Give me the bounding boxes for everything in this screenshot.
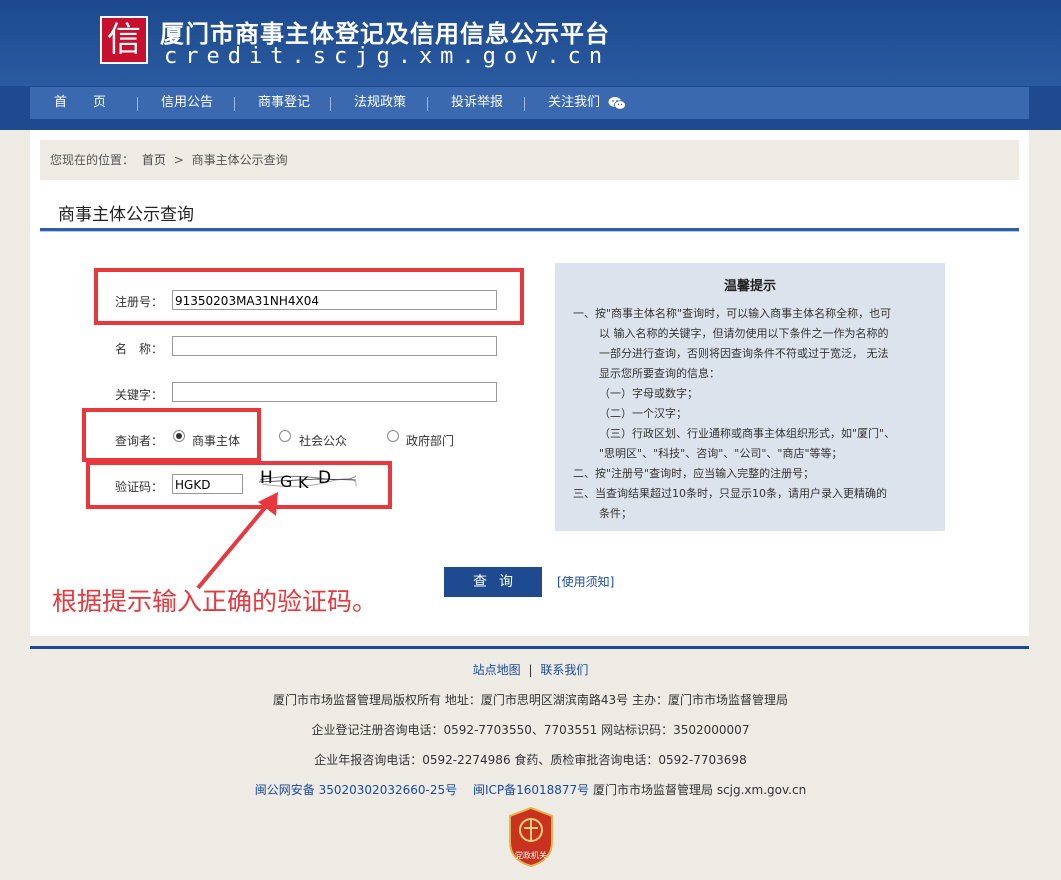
nav-divider [137,97,138,111]
keyword-label: 关键字： [115,388,164,402]
nav-divider [234,97,235,111]
breadcrumb-prefix: 您现在的位置： [50,153,135,167]
nav-divider [427,97,428,111]
nav-item-complaints[interactable]: 投诉举报 [451,87,503,119]
radio-public[interactable] [279,430,291,442]
footer-copyright: 厦门市市场监督管理局版权所有 地址：厦门市思明区湖滨南路43号 主办：厦门市市场… [273,693,788,707]
tip-line: 二、按"注册号"查询时，应当输入完整的注册号； [573,467,815,480]
footer-annual-report-phone: 企业年报咨询电话：0592-2274986 食药、质检审批咨询电话：0592-7… [314,753,747,767]
site-logo[interactable]: 信 [100,16,148,64]
keyword-input[interactable] [172,382,497,402]
main-content: 您现在的位置： 首页 > 商事主体公示查询 商事主体公示查询 注册号： 9135… [30,130,1029,636]
site-url: credit.scjg.xm.gov.cn [164,44,611,69]
name-input[interactable] [172,336,497,356]
wechat-icon [608,96,627,110]
badge-text: 党政机关 [515,850,547,860]
footer-registration-phone: 企业登记注册咨询电话：0592-7703550、7703551 网站标识码：35… [311,723,750,737]
footer-links: 站点地图 | 联系我们 [0,661,1061,678]
annotation-text: 根据提示输入正确的验证码。 [52,587,378,616]
title-divider-light [40,231,1019,232]
main-nav: 首 页 信用公告 商事登记 法规政策 投诉举报 关注我们 [30,87,1029,119]
nav-item-regulations[interactable]: 法规政策 [354,87,406,119]
tip-line: 一、按"商事主体名称"查询时，可以输入商事主体名称全称，也可 [573,307,892,320]
radio-government[interactable] [387,430,399,442]
footer-beian: 闽公网安备 35020302032660-25号 闽ICP备16018877号 … [0,781,1061,798]
highlight-querier [82,408,261,462]
logo-char: 信 [107,20,141,60]
tips-title: 温馨提示 [723,279,776,294]
page-title: 商事主体公示查询 [58,205,194,225]
contact-link[interactable]: 联系我们 [540,663,588,677]
breadcrumb-home-link[interactable]: 首页 [142,153,166,167]
nav-item-credit-notice[interactable]: 信用公告 [161,87,213,119]
party-government-badge-icon[interactable]: 党政机关 [506,806,556,868]
footer-beian-tail: 厦门市市场监督管理局 scjg.xm.gov.cn [593,783,807,797]
tip-line: "思明区"、"科技"、咨询"、"公司"、"商店"等等； [599,447,843,460]
breadcrumb: 您现在的位置： 首页 > 商事主体公示查询 [40,140,1019,180]
usage-notice-link[interactable]: [使用须知] [557,573,614,590]
query-button[interactable]: 查询 [444,567,542,597]
breadcrumb-current: 商事主体公示查询 [191,153,288,167]
name-label: 名 称： [115,342,164,356]
tip-line: （一）字母或数字； [599,387,698,400]
tip-line: 显示您所要查询的信息： [599,367,720,380]
nav-item-follow-us[interactable]: 关注我们 [548,87,627,119]
icp-beian-link[interactable]: 闽ICP备16018877号 [473,783,589,797]
police-beian-link[interactable]: 闽公网安备 35020302032660-25号 [255,783,457,797]
nav-divider [524,97,525,111]
site-header: 信 厦门市商事主体登记及信用信息公示平台 credit.scjg.xm.gov.… [0,0,1061,130]
nav-item-home[interactable]: 首 页 [54,87,106,119]
tip-line: 一部分进行查询，否则将因查询条件不符或过于宽泛， 无法 [599,347,889,360]
tip-line: 以 输入名称的关键字，但请勿使用以下条件之一作为名称的 [599,327,889,340]
tip-line: 条件； [599,507,632,520]
footer-link-separator: | [528,663,533,677]
tip-line: 三、当查询结果超过10条时，只显示10条，请用户录入更精确的 [573,487,887,500]
sitemap-link[interactable]: 站点地图 [473,663,521,677]
nav-item-registration[interactable]: 商事登记 [258,87,310,119]
breadcrumb-separator: > [173,153,184,167]
tip-line: （三）行政区划、行业通称或商事主体组织形式，如"厦门"、 [599,427,896,440]
radio-public-label: 社会公众 [299,434,348,448]
highlight-reg-number [94,268,524,325]
footer-divider [30,646,1029,649]
tip-line: （二）一个汉字； [599,407,687,420]
nav-divider [330,97,331,111]
radio-government-label: 政府部门 [406,434,455,448]
tips-panel: 温馨提示 一、按"商事主体名称"查询时，可以输入商事主体名称全称，也可 以 输入… [555,263,945,531]
nav-follow-label: 关注我们 [548,95,601,110]
annotation-arrow [196,492,278,590]
